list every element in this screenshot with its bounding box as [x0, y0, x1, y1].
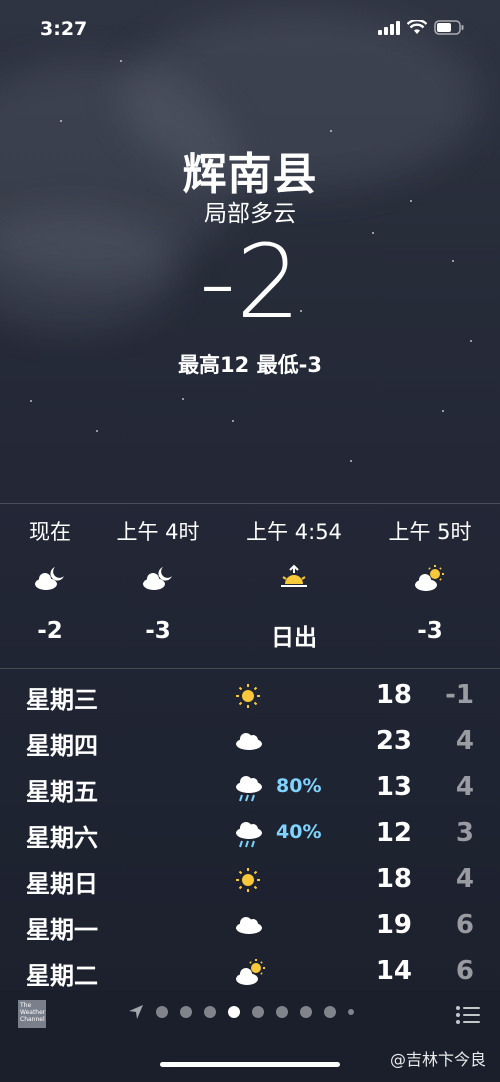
- page-dot[interactable]: [276, 1006, 288, 1018]
- low-temp: 4: [455, 772, 474, 802]
- page-dot[interactable]: [324, 1006, 336, 1018]
- day-name: 星期四: [26, 732, 98, 760]
- current-temperature: -2: [199, 223, 301, 342]
- precip-chance: 80%: [276, 775, 322, 797]
- page-dot[interactable]: [348, 1009, 354, 1015]
- day-name: 星期二: [26, 962, 98, 990]
- hour-temperature: 日出: [271, 625, 317, 651]
- page-dot[interactable]: [204, 1006, 216, 1018]
- hour-temperature: -3: [417, 618, 443, 644]
- status-time: 3:27: [40, 18, 88, 40]
- low-temp: 4: [455, 726, 474, 756]
- daily-row: 星期一 19 6: [0, 906, 500, 952]
- battery-icon: [434, 20, 464, 35]
- page-dot[interactable]: [300, 1006, 312, 1018]
- location-arrow-icon: [129, 1005, 143, 1019]
- high-temp: 12: [375, 818, 412, 848]
- status-icons: [378, 20, 464, 35]
- hour-label: 上午 5时: [388, 520, 472, 544]
- divider: [0, 503, 500, 504]
- day-name: 星期一: [26, 916, 98, 944]
- watermark: @吉林卞今良: [389, 1050, 486, 1069]
- low-temp: -1: [445, 680, 474, 710]
- hourly-item: 上午 4:54 日出: [224, 516, 364, 652]
- daily-row: 星期三 18 -1: [0, 676, 500, 722]
- hour-temperature: -3: [145, 618, 171, 644]
- low-temp: 3: [455, 818, 474, 848]
- page-dot[interactable]: [156, 1006, 168, 1018]
- partly-sunny-icon: [234, 958, 266, 988]
- low-temp: 6: [455, 910, 474, 940]
- home-indicator[interactable]: [160, 1062, 340, 1067]
- partly-sunny-icon: [360, 564, 500, 604]
- high-temp: 14: [375, 956, 412, 986]
- daily-row: 星期五 80% 13 4: [0, 768, 500, 814]
- signal-icon: [378, 20, 400, 35]
- hourly-item: 上午 4时 -3: [88, 516, 228, 644]
- partly-cloudy-night-icon: [88, 564, 228, 604]
- high-temp: 19: [375, 910, 412, 940]
- daily-row: 星期六 40% 12 3: [0, 814, 500, 860]
- sunrise-icon: [224, 564, 364, 604]
- high-low-temperature: 最高12 最低-3: [178, 353, 322, 377]
- day-name: 星期日: [26, 870, 98, 898]
- daily-row: 星期四 23 4: [0, 722, 500, 768]
- page-dot-active[interactable]: [228, 1006, 240, 1018]
- hour-label: 上午 4时: [116, 520, 200, 544]
- sun-icon: [234, 866, 266, 896]
- low-temp: 4: [455, 864, 474, 894]
- cloud-icon: [234, 912, 266, 942]
- high-temp: 18: [375, 680, 412, 710]
- high-temp: 23: [375, 726, 412, 756]
- list-icon[interactable]: [456, 1006, 480, 1028]
- high-temp: 18: [375, 864, 412, 894]
- rain-cloud-icon: [234, 774, 266, 804]
- page-dot[interactable]: [180, 1006, 192, 1018]
- precip-chance: 40%: [276, 821, 322, 843]
- cloud-icon: [234, 728, 266, 758]
- daily-row: 星期日 18 4: [0, 860, 500, 906]
- page-indicator[interactable]: [128, 1004, 354, 1020]
- low-temp: 6: [455, 956, 474, 986]
- wifi-icon: [407, 20, 427, 34]
- day-name: 星期三: [26, 686, 98, 714]
- city-name: 辉南县: [182, 149, 318, 200]
- weather-channel-logo[interactable]: The Weather Channel: [18, 1000, 46, 1028]
- day-name: 星期五: [26, 778, 98, 806]
- sun-icon: [234, 682, 266, 712]
- day-name: 星期六: [26, 824, 98, 852]
- hour-label: 上午 4:54: [246, 520, 342, 544]
- divider: [0, 668, 500, 669]
- page-dot[interactable]: [252, 1006, 264, 1018]
- hourly-item: 上午 5时 -3: [360, 516, 500, 644]
- rain-cloud-icon: [234, 820, 266, 850]
- high-temp: 13: [375, 772, 412, 802]
